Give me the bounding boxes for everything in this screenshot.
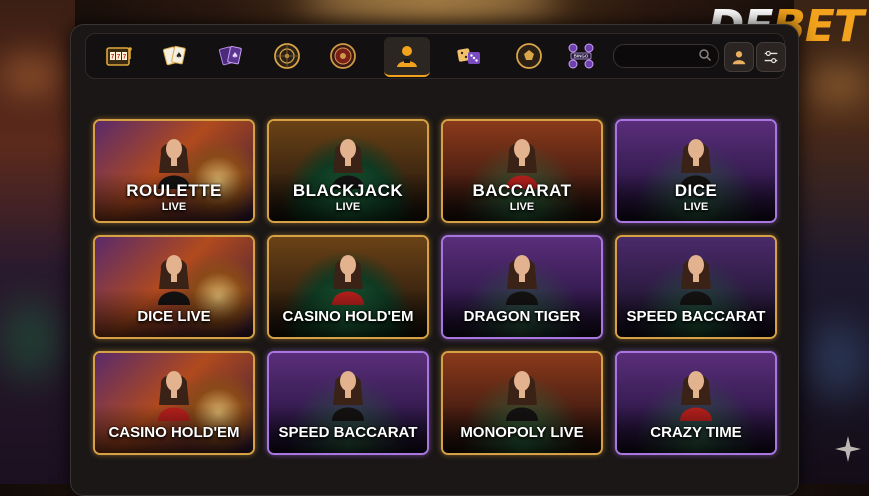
- ambient-light: [809, 70, 869, 100]
- game-title: BLACKJACK: [292, 181, 404, 200]
- game-title: DICE LIVE: [137, 308, 211, 325]
- filter-sliders-icon: [764, 50, 778, 64]
- search-icon: [699, 49, 712, 62]
- game-tile[interactable]: SPEED BACCARAT: [615, 235, 777, 339]
- search-input[interactable]: [614, 45, 700, 67]
- category-live-casino[interactable]: [384, 37, 430, 77]
- category-bingo[interactable]: BINGO: [558, 37, 604, 75]
- game-title: SPEED BACCARAT: [278, 424, 418, 441]
- game-title: DRAGON TIGER: [463, 308, 581, 325]
- roulette-wheel-icon: [274, 43, 300, 69]
- game-title: CRAZY TIME: [650, 424, 742, 441]
- bingo-icon: BINGO: [568, 43, 594, 69]
- game-tile[interactable]: DICE LIVE: [93, 235, 255, 339]
- ambient-table: [0, 300, 60, 380]
- category-cards[interactable]: ♠: [152, 37, 198, 75]
- category-sports[interactable]: [506, 37, 552, 75]
- category-poker[interactable]: ♠: [208, 37, 254, 75]
- category-toolbar: 7 7 7 ♠ ♠ BINGO: [85, 33, 786, 79]
- game-tile[interactable]: DICE LIVE: [615, 119, 777, 223]
- svg-text:♠: ♠: [175, 51, 182, 60]
- game-tile[interactable]: CRAZY TIME: [615, 351, 777, 455]
- search-box[interactable]: [613, 44, 719, 68]
- sports-ball-icon: [516, 43, 542, 69]
- game-tile[interactable]: ROULETTE LIVE: [93, 119, 255, 223]
- game-title: DICE: [674, 181, 718, 200]
- game-title: CASINO HOLD'EM: [282, 308, 414, 325]
- game-subtitle: LIVE: [683, 201, 709, 213]
- game-title: SPEED BACCARAT: [626, 308, 766, 325]
- sparkle-icon: [835, 436, 861, 462]
- bingo-icon-text: BINGO: [574, 54, 589, 59]
- live-dealer-icon: [397, 46, 417, 67]
- game-subtitle: LIVE: [161, 201, 187, 213]
- game-tile[interactable]: BLACKJACK LIVE: [267, 119, 429, 223]
- game-tile[interactable]: CASINO HOLD'EM: [93, 351, 255, 455]
- profile-button[interactable]: [724, 42, 754, 72]
- svg-text:♠: ♠: [231, 51, 238, 60]
- game-title: BACCARAT: [472, 181, 572, 200]
- game-tile[interactable]: DRAGON TIGER: [441, 235, 603, 339]
- user-icon: [732, 51, 746, 65]
- playing-cards-icon: ♠: [162, 45, 186, 66]
- game-title: MONOPOLY LIVE: [460, 424, 584, 441]
- roulette-red-icon: [330, 43, 356, 69]
- slot-machine-icon: 7 7 7: [106, 47, 132, 66]
- filter-button[interactable]: [756, 42, 786, 72]
- category-roulette[interactable]: [264, 37, 310, 75]
- game-subtitle: LIVE: [509, 201, 535, 213]
- game-title: CASINO HOLD'EM: [108, 424, 240, 441]
- ceiling-light: [300, 0, 560, 20]
- category-slots[interactable]: 7 7 7: [96, 37, 142, 75]
- game-tile[interactable]: BACCARAT LIVE: [441, 119, 603, 223]
- category-roulette-live[interactable]: [320, 37, 366, 75]
- category-dice[interactable]: [446, 37, 492, 75]
- ambient-light: [0, 60, 60, 90]
- purple-cards-icon: ♠: [218, 45, 242, 66]
- game-tile[interactable]: MONOPOLY LIVE: [441, 351, 603, 455]
- game-tile[interactable]: SPEED BACCARAT: [267, 351, 429, 455]
- game-subtitle: LIVE: [335, 201, 361, 213]
- games-panel: 7 7 7 ♠ ♠ BINGO ROULETTE LIVE BLACKJACK …: [70, 24, 799, 496]
- game-title: ROULETTE: [126, 181, 222, 200]
- dice-icon: [457, 48, 480, 64]
- game-tile[interactable]: CASINO HOLD'EM: [267, 235, 429, 339]
- ambient-table: [809, 320, 869, 400]
